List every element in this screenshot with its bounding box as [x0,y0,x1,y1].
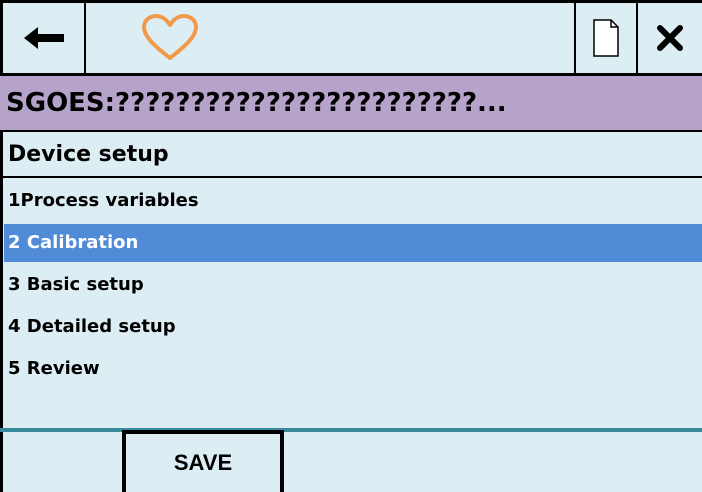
menu-item-detailed-setup[interactable]: 4 Detailed setup [4,306,702,348]
app-title: SGOES:????????????????????????... [0,76,702,132]
heart-icon [142,14,198,60]
document-button[interactable] [574,3,638,73]
toolbar [0,0,702,76]
menu-item-process-variables[interactable]: 1Process variables [4,180,702,222]
menu-item-calibration[interactable]: 2 Calibration [4,224,702,262]
arrow-left-icon [23,27,64,49]
save-button[interactable]: SAVE [122,430,284,492]
favorite-button[interactable] [100,3,240,73]
menu-list: 1Process variables 2 Calibration 3 Basic… [4,180,702,390]
menu-item-review[interactable]: 5 Review [4,348,702,390]
menu-item-basic-setup[interactable]: 3 Basic setup [4,264,702,306]
document-icon [593,19,619,57]
back-button[interactable] [0,3,86,73]
footer-divider [0,428,702,432]
section-title: Device setup [0,132,702,178]
close-button[interactable] [638,3,702,73]
close-icon [657,25,683,51]
